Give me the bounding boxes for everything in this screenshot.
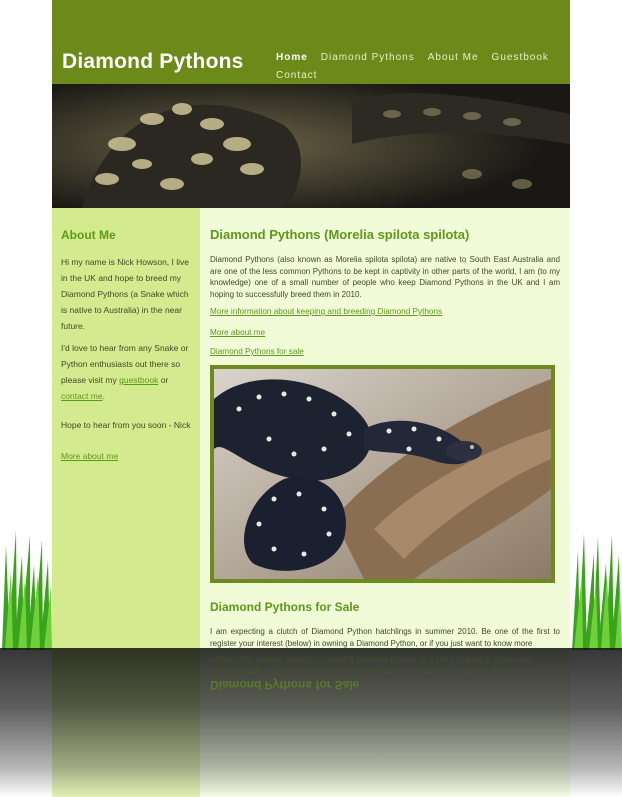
more-about-me-sidebar-link[interactable]: More about me	[61, 451, 118, 461]
nav-contact[interactable]: Contact	[276, 69, 317, 82]
sidebar-signoff: Hope to hear from you soon - Nick	[61, 420, 191, 430]
nav-about-me[interactable]: About Me	[428, 51, 479, 64]
banner-snake-image	[52, 84, 570, 208]
sale-heading: Diamond Pythons for Sale	[210, 600, 360, 614]
guestbook-link[interactable]: guestbook	[119, 375, 158, 385]
main-content: Diamond Pythons (Morelia spilota spilota…	[200, 208, 570, 797]
site-title[interactable]: Diamond Pythons	[62, 50, 244, 74]
nav-home[interactable]: Home	[276, 51, 308, 64]
sidebar-more-about-me-wrap: More about me	[61, 448, 193, 464]
sidebar-intro-text: Hi my name is Nick Howson, I live in the…	[61, 257, 190, 331]
sidebar-contact-text: I'd love to hear from any Snake or Pytho…	[61, 343, 189, 401]
sidebar-heading: About Me	[61, 228, 116, 242]
page-container: Diamond Pythons Home Diamond Pythons About…	[52, 0, 570, 797]
sidebar-about: About Me Hi my name is Nick Howson, I li…	[52, 208, 200, 797]
main-heading: Diamond Pythons (Morelia spilota spilota…	[210, 227, 470, 242]
grass-decoration-left	[0, 525, 52, 650]
grass-decoration-right	[570, 525, 622, 650]
sale-paragraph: I am expecting a clutch of Diamond Pytho…	[210, 627, 560, 648]
intro-paragraph: Diamond Pythons (also known as Morelia s…	[210, 255, 560, 299]
more-about-me-link[interactable]: More about me	[210, 328, 265, 337]
python-photo	[210, 365, 555, 583]
more-info-link[interactable]: More information about keeping and breed…	[210, 307, 442, 316]
main-nav: Home Diamond Pythons About Me Guestbook Cont…	[276, 47, 566, 83]
nav-guestbook[interactable]: Guestbook	[492, 51, 549, 64]
pythons-for-sale-link[interactable]: Diamond Pythons for sale	[210, 347, 304, 356]
nav-diamond-pythons[interactable]: Diamond Pythons	[321, 51, 415, 64]
site-header: Diamond Pythons Home Diamond Pythons About…	[52, 0, 570, 84]
contact-me-link[interactable]: contact me	[61, 391, 103, 401]
